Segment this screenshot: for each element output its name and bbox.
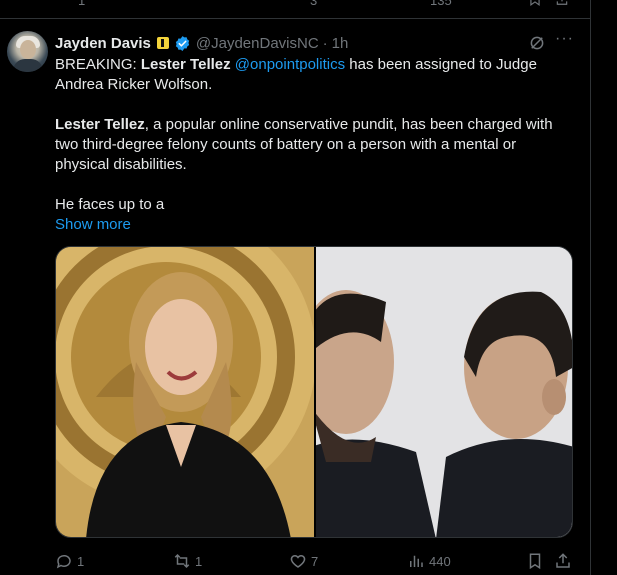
reply-count: 1 — [77, 553, 85, 569]
like-count: 7 — [311, 553, 319, 569]
avatar[interactable] — [7, 31, 48, 72]
like-icon — [290, 554, 306, 568]
share-button[interactable] — [554, 551, 576, 571]
avatar-face — [20, 40, 36, 59]
view-count: 440 — [429, 553, 451, 569]
subject-name-2: Lester Tellez — [55, 116, 145, 133]
column-border — [590, 0, 591, 575]
timeline: 1 3 135 Jayden Davis @JaydenDavisNC · 1h… — [0, 0, 617, 575]
affiliate-badge-icon — [156, 37, 169, 49]
repost-count: 1 — [195, 553, 203, 569]
header-separator: · — [322, 34, 328, 52]
repost-icon — [174, 553, 190, 569]
previous-reply-count[interactable]: 1 — [78, 0, 85, 8]
bookmark-icon — [529, 553, 541, 570]
breaking-prefix: BREAKING: — [55, 56, 141, 73]
like-button[interactable]: 7 — [289, 551, 318, 571]
reply-button[interactable]: 1 — [55, 551, 84, 571]
show-more-link[interactable]: Show more — [55, 215, 131, 235]
tweet-text-paragraph-1: BREAKING: Lester Tellez @onpointpolitics… — [55, 55, 555, 95]
views-button[interactable]: 440 — [407, 551, 451, 571]
repost-button[interactable]: 1 — [173, 551, 202, 571]
avatar-coat — [13, 59, 43, 72]
previous-share-icon[interactable] — [555, 0, 569, 6]
grok-icon[interactable] — [528, 34, 546, 52]
tweet-actions: 1 1 7 440 — [55, 551, 575, 571]
tweet-header: Jayden Davis @JaydenDavisNC · 1h — [55, 34, 348, 52]
tweet-text-paragraph-3: He faces up to a — [55, 196, 165, 213]
tweet-text-paragraph-2: Lester Tellez, a popular online conserva… — [55, 115, 555, 175]
mugshot-photo[interactable] — [316, 247, 573, 538]
author-name[interactable]: Jayden Davis — [55, 35, 151, 52]
verified-badge-icon — [175, 35, 190, 51]
subject-name: Lester Tellez — [140, 56, 231, 73]
tweet-separator — [0, 18, 590, 19]
previous-like-count[interactable]: 3 — [310, 0, 317, 8]
tweet-time[interactable]: 1h — [332, 35, 349, 52]
previous-tweet-actions: 1 3 135 — [0, 0, 590, 18]
tweet-media[interactable] — [55, 246, 573, 538]
bookmark-button[interactable] — [526, 551, 548, 571]
timeline-column: 1 3 135 Jayden Davis @JaydenDavisNC · 1h… — [0, 0, 591, 575]
reply-icon — [56, 554, 71, 569]
mention-link[interactable]: @onpointpolitics — [235, 56, 345, 73]
author-handle[interactable]: @JaydenDavisNC — [196, 35, 319, 52]
previous-bookmark-icon[interactable] — [528, 0, 542, 6]
share-icon — [556, 553, 570, 568]
judge-photo[interactable] — [56, 247, 314, 538]
previous-view-count[interactable]: 135 — [430, 0, 452, 8]
views-icon — [410, 555, 423, 567]
more-icon[interactable]: ··· — [555, 30, 573, 48]
